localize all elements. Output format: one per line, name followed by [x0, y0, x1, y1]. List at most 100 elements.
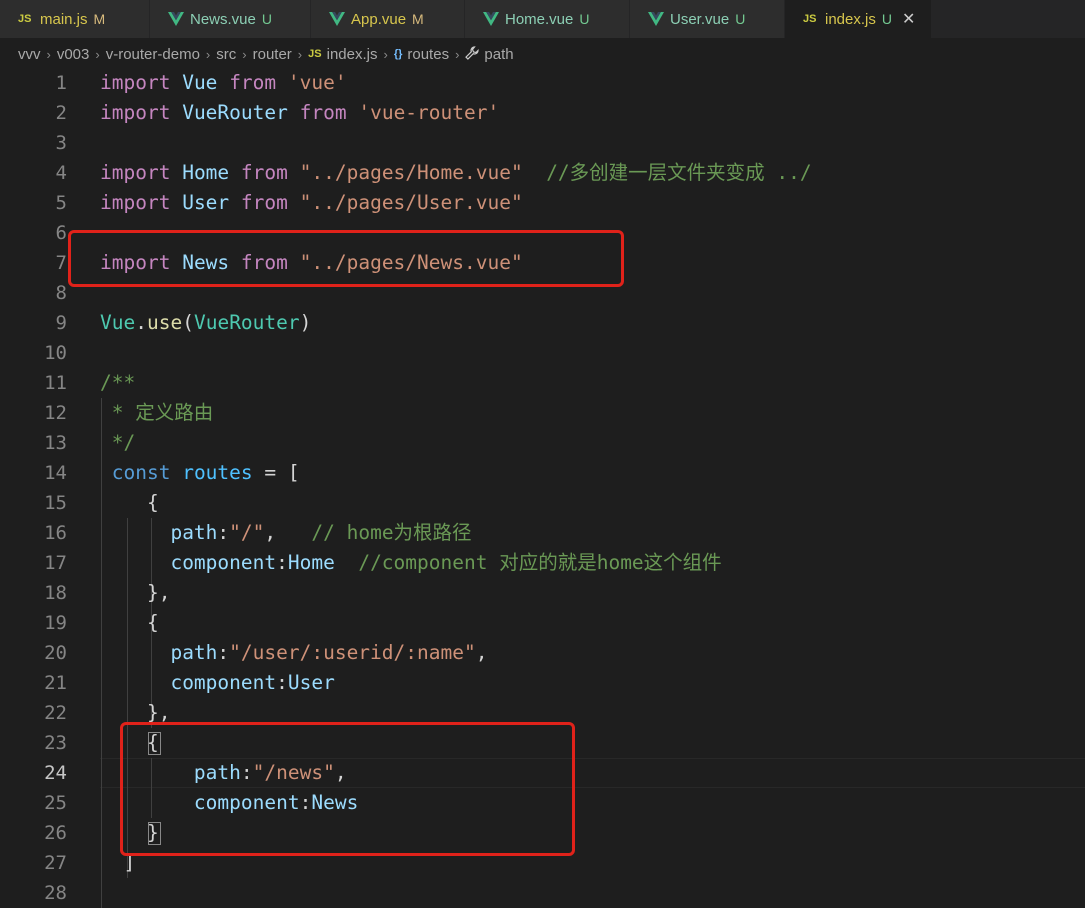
chevron-right-icon: ›	[242, 46, 247, 62]
code-line: 17 component:Home //component 对应的就是home这…	[0, 548, 1085, 578]
code-line: 10	[0, 338, 1085, 368]
chevron-right-icon: ›	[46, 46, 51, 62]
line-number: 26	[44, 822, 67, 844]
line-number: 5	[55, 192, 67, 214]
chevron-right-icon: ›	[297, 46, 303, 62]
git-status-untracked: U	[579, 11, 590, 27]
code-text: const routes = [	[111, 461, 300, 484]
code-text: path:"/", // home为根路径	[170, 521, 472, 544]
line-number: 28	[44, 882, 67, 904]
code-line: 21 component:User	[0, 668, 1085, 698]
code-text: path:"/user/:userid/:name",	[170, 641, 488, 664]
tab-label: News.vue	[190, 10, 256, 28]
code-line: 9 Vue.use(VueRouter)	[0, 308, 1085, 338]
chevron-right-icon: ›	[95, 46, 100, 62]
line-number: 21	[44, 672, 67, 694]
vue-file-icon	[648, 12, 670, 26]
line-number: 2	[55, 102, 67, 124]
vue-file-icon	[168, 12, 190, 26]
line-number: 24	[44, 762, 67, 784]
git-status-untracked: U	[881, 11, 892, 27]
tab-label: User.vue	[670, 10, 730, 28]
code-line: 28	[0, 878, 1085, 908]
code-editor[interactable]: 1 import Vue from 'vue' 2 import VueRout…	[0, 68, 1085, 908]
tab-news-vue[interactable]: News.vue U	[150, 0, 311, 38]
tab-home-vue[interactable]: Home.vue U	[465, 0, 630, 38]
line-number: 3	[55, 132, 67, 154]
code-line: 14 const routes = [	[0, 458, 1085, 488]
code-text: * 定义路由	[100, 401, 214, 424]
line-number: 17	[44, 552, 67, 574]
close-icon[interactable]: ✕	[902, 9, 915, 29]
tab-main-js[interactable]: JS main.js M	[0, 0, 150, 38]
line-number: 10	[44, 342, 67, 364]
annotation-highlight-import	[68, 230, 624, 287]
line-number: 13	[44, 432, 67, 454]
line-number: 8	[55, 282, 67, 304]
line-number: 25	[44, 792, 67, 814]
line-number: 20	[44, 642, 67, 664]
code-line: 13 */	[0, 428, 1085, 458]
code-line: 19 {	[0, 608, 1085, 638]
git-status-untracked: U	[261, 11, 272, 27]
code-line: 18 },	[0, 578, 1085, 608]
code-line: 16 path:"/", // home为根路径	[0, 518, 1085, 548]
breadcrumb-file[interactable]: index.js	[327, 46, 378, 63]
line-number: 9	[55, 312, 67, 334]
annotation-highlight-route	[120, 722, 575, 856]
line-number: 12	[44, 402, 67, 424]
breadcrumb-item[interactable]: router	[253, 46, 292, 63]
breadcrumb-symbol[interactable]: routes	[407, 46, 449, 63]
line-number: 22	[44, 702, 67, 724]
code-text: {	[100, 491, 159, 514]
breadcrumb-item[interactable]: v003	[57, 46, 90, 63]
chevron-right-icon: ›	[383, 46, 388, 62]
tab-index-js[interactable]: JS index.js U ✕	[785, 0, 932, 38]
code-line: 11 /**	[0, 368, 1085, 398]
javascript-file-icon: JS	[18, 13, 32, 25]
line-number: 14	[44, 462, 67, 484]
git-status-untracked: U	[735, 11, 746, 27]
code-line: 15 {	[0, 488, 1085, 518]
chevron-right-icon: ›	[205, 46, 211, 62]
line-number: 23	[44, 732, 67, 754]
code-text: import Vue from 'vue'	[100, 71, 347, 94]
code-text: Vue.use(VueRouter)	[100, 311, 312, 334]
tab-label: main.js	[40, 10, 88, 28]
code-text: import User from "../pages/User.vue"	[100, 191, 523, 214]
line-number: 16	[44, 522, 67, 544]
code-text: component:Home //component 对应的就是home这个组件	[170, 551, 722, 574]
git-status-modified: M	[93, 11, 106, 27]
line-number: 27	[44, 852, 67, 874]
javascript-file-icon: JS	[308, 48, 322, 60]
line-number: 4	[55, 162, 67, 184]
code-text: import Home from "../pages/Home.vue" //多…	[100, 161, 812, 184]
code-line: 5 import User from "../pages/User.vue"	[0, 188, 1085, 218]
editor-tab-bar: JS main.js M News.vue U App.vue M Home.v…	[0, 0, 1085, 38]
code-text: */	[100, 431, 136, 454]
breadcrumb-item[interactable]: src	[216, 46, 236, 63]
code-line: 12 * 定义路由	[0, 398, 1085, 428]
git-status-modified: M	[412, 11, 424, 27]
line-number: 6	[55, 222, 67, 244]
tab-label: index.js	[825, 10, 876, 28]
code-line: 1 import Vue from 'vue'	[0, 68, 1085, 98]
tab-label: App.vue	[351, 10, 407, 28]
breadcrumb-item[interactable]: vvv	[18, 46, 41, 63]
code-line: 4 import Home from "../pages/Home.vue" /…	[0, 158, 1085, 188]
code-line: 2 import VueRouter from 'vue-router'	[0, 98, 1085, 128]
breadcrumb-item[interactable]: v-router-demo	[106, 46, 200, 63]
line-number: 15	[44, 492, 67, 514]
tab-label: Home.vue	[505, 10, 574, 28]
line-number: 7	[55, 252, 67, 274]
object-symbol-icon: {}	[393, 48, 403, 60]
vue-file-icon	[483, 12, 505, 26]
tab-user-vue[interactable]: User.vue U	[630, 0, 785, 38]
code-text: component:User	[170, 671, 335, 694]
chevron-right-icon: ›	[455, 46, 460, 62]
code-line: 20 path:"/user/:userid/:name",	[0, 638, 1085, 668]
vue-file-icon	[329, 12, 351, 26]
tab-app-vue[interactable]: App.vue M	[311, 0, 465, 38]
breadcrumb-key[interactable]: path	[484, 46, 513, 63]
line-number: 19	[44, 612, 67, 634]
